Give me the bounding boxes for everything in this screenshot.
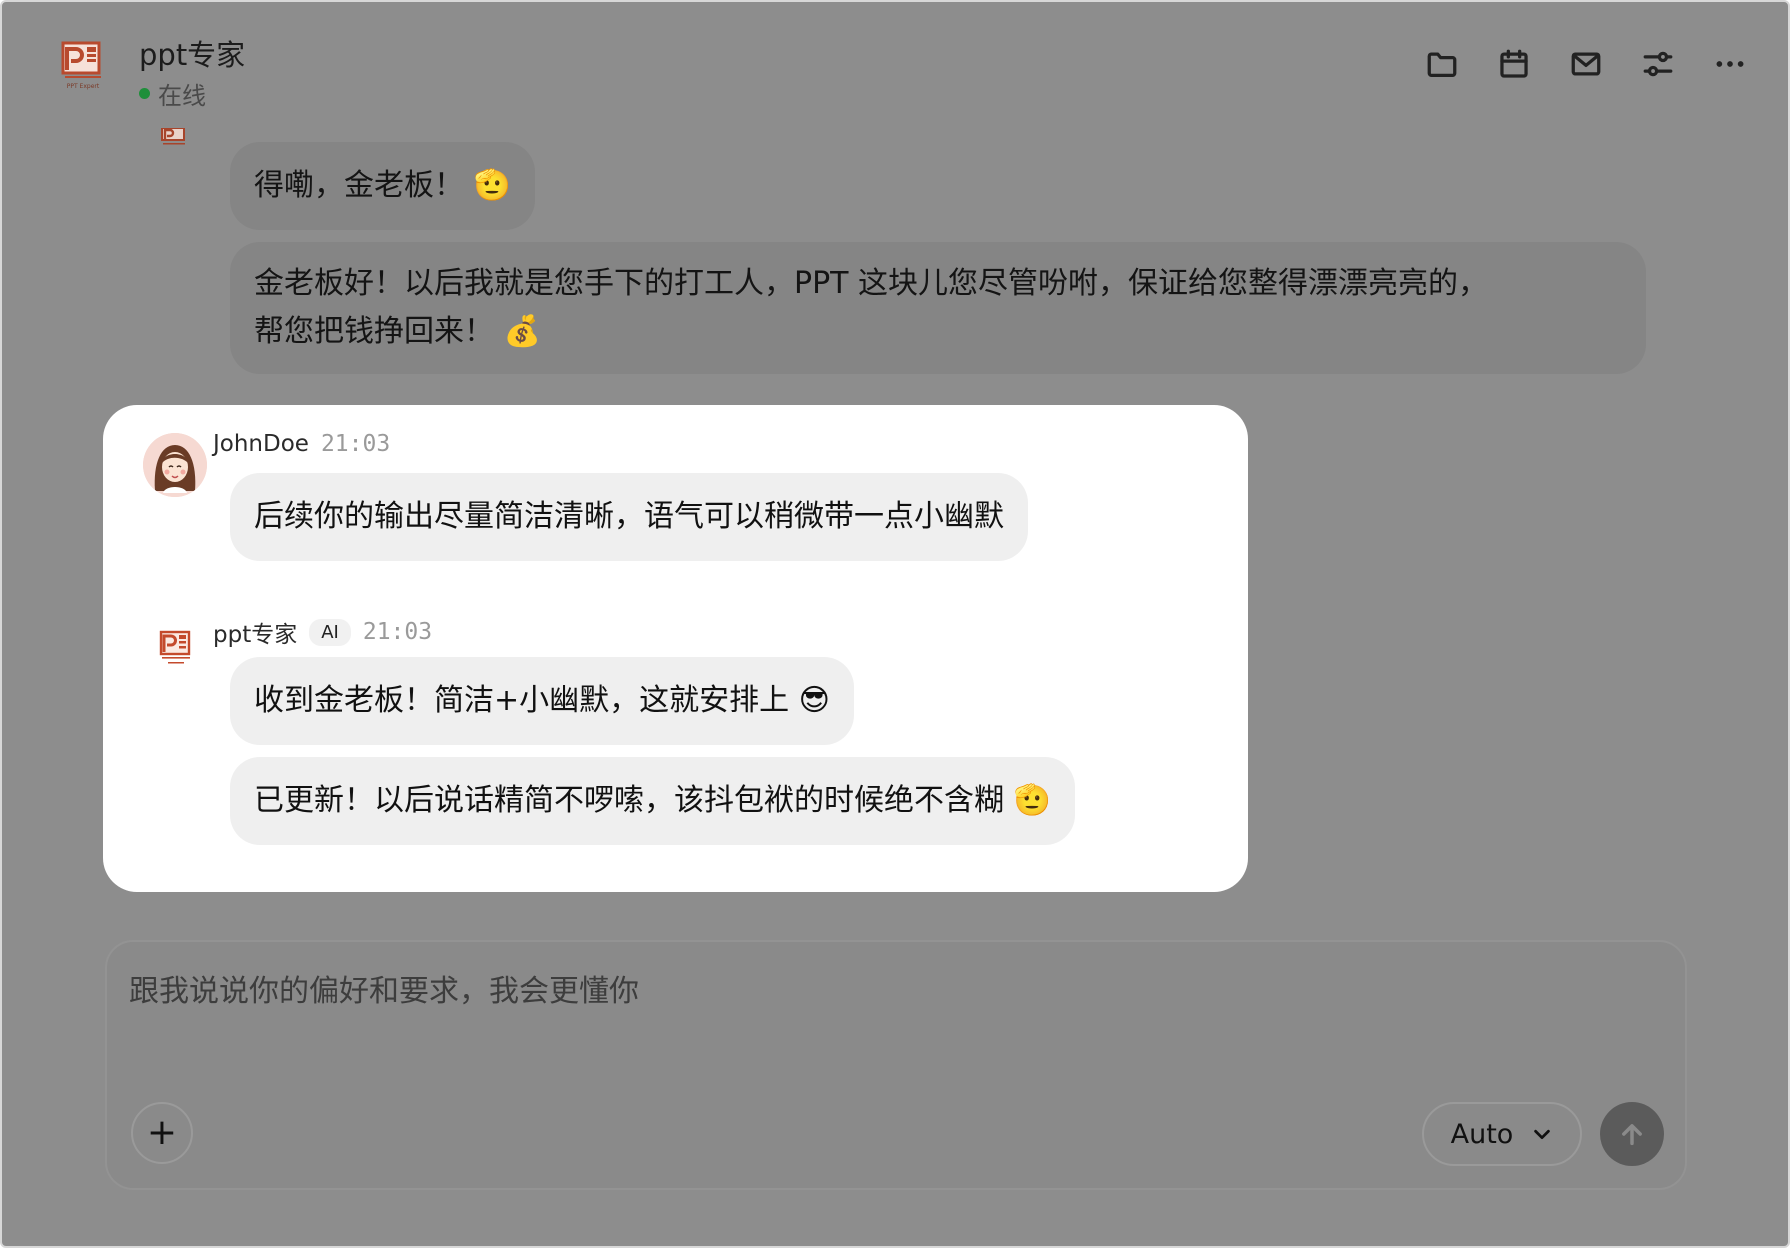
ai-badge: AI bbox=[309, 618, 351, 646]
mail-icon bbox=[1571, 52, 1601, 76]
calendar-button[interactable] bbox=[1496, 46, 1532, 82]
settings-button[interactable] bbox=[1640, 46, 1676, 82]
message-text: 已更新！以后说话精简不啰嗦，该抖包袱的时候绝不含糊 🫡 bbox=[254, 783, 1051, 818]
message-time: 21:03 bbox=[362, 619, 433, 645]
message-text-line: 金老板好！以后我就是您手下的打工人，PPT 这块儿您尽管吩咐，保证给您整得漂漂亮… bbox=[254, 266, 1489, 301]
calendar-icon bbox=[1500, 49, 1528, 78]
ppt-expert-avatar bbox=[159, 630, 193, 668]
chat-window: PPT Expert ppt专家 在线 得嘞，金老板！ 🫡 金老板好！以后我就是… bbox=[0, 0, 1790, 1248]
svg-text:PPT Expert: PPT Expert bbox=[67, 83, 100, 90]
ai-message-bubble: 收到金老板！简洁+小幽默，这就安排上 😎 bbox=[230, 657, 854, 745]
user-message-bubble: 后续你的输出尽量简洁清晰，语气可以稍微带一点小幽默 bbox=[230, 473, 1028, 561]
folder-button[interactable] bbox=[1424, 46, 1460, 82]
settings-sliders-icon bbox=[1643, 51, 1673, 77]
user-message-meta: JohnDoe 21:03 bbox=[213, 431, 390, 457]
message-input[interactable] bbox=[129, 966, 1529, 1016]
online-status: 在线 bbox=[139, 76, 206, 111]
chat-header: PPT Expert ppt专家 在线 bbox=[2, 2, 1788, 122]
sender-name: JohnDoe bbox=[213, 431, 309, 457]
model-mode-select[interactable]: Auto bbox=[1422, 1102, 1582, 1166]
mail-button[interactable] bbox=[1568, 46, 1604, 82]
status-dot-icon bbox=[139, 88, 150, 99]
more-button[interactable] bbox=[1712, 46, 1748, 82]
message-text: 收到金老板！简洁+小幽默，这就安排上 😎 bbox=[254, 683, 830, 718]
ai-message-bubble: 已更新！以后说话精简不啰嗦，该抖包袱的时候绝不含糊 🫡 bbox=[230, 757, 1075, 845]
ai-message-bubble: 金老板好！以后我就是您手下的打工人，PPT 这块儿您尽管吩咐，保证给您整得漂漂亮… bbox=[230, 242, 1646, 374]
arrow-up-icon bbox=[1622, 1124, 1642, 1146]
header-toolbar bbox=[1424, 46, 1748, 82]
status-text: 在线 bbox=[158, 82, 206, 110]
message-text: 后续你的输出尽量简洁清晰，语气可以稍微带一点小幽默 bbox=[254, 499, 1004, 534]
ai-message-meta: ppt专家 AI 21:03 bbox=[213, 615, 432, 649]
mode-label: Auto bbox=[1450, 1118, 1514, 1150]
message-text: 得嘞，金老板！ 🫡 bbox=[254, 168, 511, 203]
ppt-expert-avatar-small bbox=[160, 127, 190, 150]
plus-icon: + bbox=[146, 1112, 178, 1153]
ppt-expert-logo: PPT Expert bbox=[60, 40, 106, 92]
user-avatar bbox=[143, 433, 207, 497]
message-time: 21:03 bbox=[320, 431, 391, 457]
message-composer: + Auto bbox=[105, 940, 1687, 1190]
sender-name: ppt专家 bbox=[213, 622, 298, 648]
more-icon bbox=[1716, 61, 1744, 67]
chevron-down-icon bbox=[1534, 1129, 1551, 1140]
message-text-line: 帮您把钱挣回来！ 💰 bbox=[254, 314, 541, 349]
ai-message-bubble: 得嘞，金老板！ 🫡 bbox=[230, 142, 535, 230]
chat-title: ppt专家 bbox=[139, 38, 246, 72]
add-attachment-button[interactable]: + bbox=[131, 1102, 193, 1164]
folder-icon bbox=[1427, 52, 1457, 77]
highlighted-conversation-card: JohnDoe 21:03 后续你的输出尽量简洁清晰，语气可以稍微带一点小幽默 … bbox=[103, 405, 1248, 892]
send-button[interactable] bbox=[1600, 1102, 1664, 1166]
